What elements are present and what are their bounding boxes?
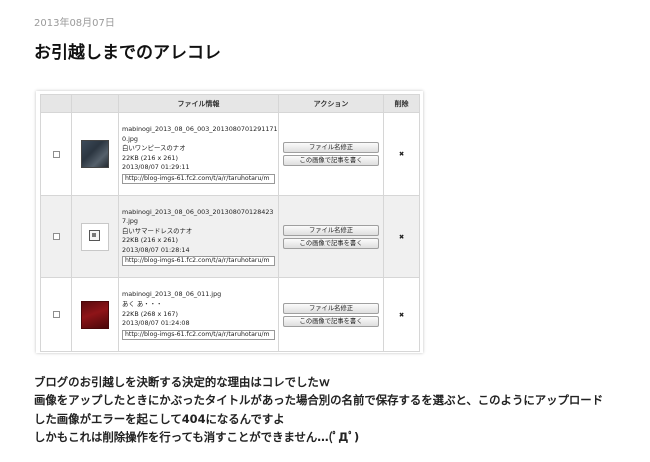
file-size: 22KB (268 x 167) bbox=[122, 309, 178, 318]
write-article-button[interactable]: この画像で記事を書く bbox=[283, 155, 379, 166]
file-size: 22KB (216 x 261) bbox=[122, 153, 178, 162]
post-date: 2013年08月07日 bbox=[34, 18, 115, 29]
post-title: お引越しまでのアレコレ bbox=[34, 43, 221, 63]
rename-file-button[interactable]: ファイル名修正 bbox=[283, 302, 379, 314]
file-url-field[interactable]: http://blog-imgs-61.fc2.com/t/a/r/taruho… bbox=[122, 329, 275, 340]
rename-file-button[interactable]: ファイル名修正 bbox=[283, 142, 379, 153]
table-row: mabinogi_2013_08_06_003_201308070128423 … bbox=[40, 195, 420, 278]
header-select bbox=[40, 94, 72, 113]
dark-blue-thumbnail-icon[interactable] bbox=[81, 140, 109, 168]
write-article-button[interactable]: この画像で記事を書く bbox=[283, 315, 379, 327]
file-name: mabinogi_2013_08_06_003_2013080701291171… bbox=[122, 125, 278, 143]
file-date: 2013/08/07 01:29:11 bbox=[122, 163, 190, 172]
file-info: mabinogi_2013_08_06_003_2013080701291171… bbox=[119, 122, 278, 186]
table-row: mabinogi_2013_08_06_011.jpg あく あ・・・ 22KB… bbox=[40, 277, 420, 352]
rename-file-button[interactable]: ファイル名修正 bbox=[283, 224, 379, 236]
body-line: ブログのお引越しを決断する決定的な理由はコレでしたｗ bbox=[34, 375, 331, 389]
file-title: 白いサマードレスのナオ bbox=[122, 226, 193, 235]
file-date: 2013/08/07 01:24:08 bbox=[122, 319, 190, 328]
row-checkbox[interactable] bbox=[52, 311, 60, 318]
table-header-row: ファイル情報 アクション 削除 bbox=[40, 94, 420, 113]
file-name: mabinogi_2013_08_06_011.jpg bbox=[122, 290, 222, 299]
file-name: mabinogi_2013_08_06_003_201308070128423 … bbox=[122, 207, 274, 226]
row-checkbox[interactable] bbox=[52, 233, 60, 240]
delete-icon[interactable]: ✖ bbox=[399, 150, 404, 158]
file-url-field[interactable]: http://blog-imgs-61.fc2.com/t/a/r/taruho… bbox=[122, 173, 275, 184]
header-file-info: ファイル情報 bbox=[118, 94, 279, 113]
broken-image-icon[interactable] bbox=[81, 222, 109, 251]
file-title: 白いワンピースのナオ bbox=[122, 144, 186, 153]
header-delete: 削除 bbox=[383, 94, 420, 113]
write-article-button[interactable]: この画像で記事を書く bbox=[283, 237, 379, 249]
table-row: mabinogi_2013_08_06_003_2013080701291171… bbox=[40, 112, 420, 196]
post-body: ブログのお引越しを決断する決定的な理由はコレでしたｗ 画像をアップしたときにかぶ… bbox=[34, 373, 644, 447]
file-size: 22KB (216 x 261) bbox=[122, 236, 178, 245]
body-line: 画像をアップしたときにかぶったタイトルがあった場合別の名前で保存するを選ぶと、こ… bbox=[34, 393, 604, 408]
header-action: アクション bbox=[278, 94, 384, 113]
screenshot-image: ファイル情報 アクション 削除 mabinogi_2013_08_06_003_… bbox=[36, 91, 423, 353]
delete-icon[interactable]: ✖ bbox=[399, 311, 404, 319]
body-line: した画像がエラーを起こして404になるんですよ bbox=[34, 411, 285, 426]
file-info: mabinogi_2013_08_06_011.jpg あく あ・・・ 22KB… bbox=[119, 287, 278, 341]
file-date: 2013/08/07 01:28:14 bbox=[122, 245, 190, 254]
header-thumbnail bbox=[71, 94, 119, 113]
file-info: mabinogi_2013_08_06_003_201308070128423 … bbox=[119, 205, 278, 269]
delete-icon[interactable]: ✖ bbox=[399, 233, 404, 241]
file-manager-table: ファイル情報 アクション 削除 mabinogi_2013_08_06_003_… bbox=[40, 94, 420, 352]
file-url-field[interactable]: http://blog-imgs-61.fc2.com/t/a/r/taruho… bbox=[122, 256, 275, 267]
dark-red-thumbnail-icon[interactable] bbox=[81, 300, 109, 329]
file-title: あく あ・・・ bbox=[122, 299, 163, 308]
row-checkbox[interactable] bbox=[52, 150, 60, 158]
body-line: しかもこれは削除操作を行っても消すことができません…(ﾟДﾟ) bbox=[34, 430, 360, 445]
